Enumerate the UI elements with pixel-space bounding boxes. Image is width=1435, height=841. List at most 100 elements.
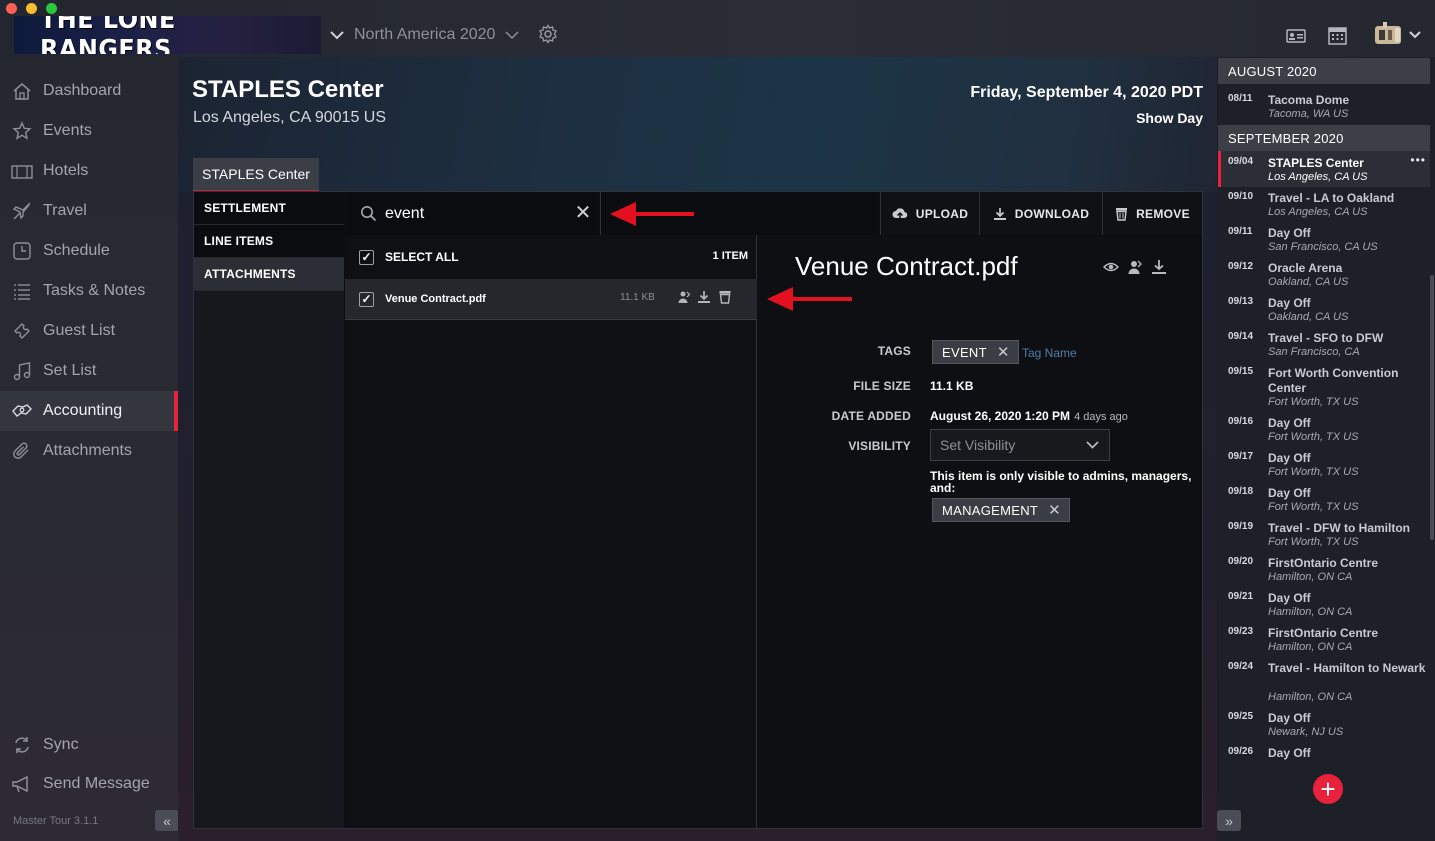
file-size-value: 11.1 KB (930, 379, 974, 393)
month-header: SEPTEMBER 2020 (1218, 125, 1430, 151)
add-event-button[interactable]: + (1313, 774, 1343, 804)
plane-icon (11, 200, 33, 222)
schedule-item[interactable]: 09/10 Travel - LA to Oakland Los Angeles… (1218, 186, 1430, 221)
visibility-note: This item is only visible to admins, man… (930, 469, 1192, 495)
sidebar-item-attachments[interactable]: Attachments (0, 431, 178, 471)
schedule-item[interactable]: 09/20 FirstOntario Centre Hamilton, ON C… (1218, 551, 1430, 586)
subnav-line-items[interactable]: LINE ITEMS (194, 225, 344, 258)
user-menu[interactable] (1373, 20, 1425, 50)
sidebar-item-tasks-notes[interactable]: Tasks & Notes (0, 271, 178, 311)
schedule-date: 09/23 (1228, 626, 1254, 637)
schedule-title: Day Off (1268, 296, 1311, 310)
schedule-title: Day Off (1268, 226, 1311, 240)
sidebar-item-schedule[interactable]: Schedule (0, 231, 178, 271)
schedule-item[interactable]: 09/16 Day Off Fort Worth, TX US (1218, 411, 1430, 446)
music-note-icon (11, 360, 33, 382)
download-button[interactable]: DOWNLOAD (979, 192, 1102, 235)
schedule-item[interactable]: 09/23 FirstOntario Centre Hamilton, ON C… (1218, 621, 1430, 656)
subnav-settlement[interactable]: SETTLEMENT (194, 192, 344, 225)
schedule-item[interactable]: 09/21 Day Off Hamilton, ON CA (1218, 586, 1430, 621)
tag-chip: EVENT ✕ (932, 340, 1019, 364)
schedule-title: Day Off (1268, 746, 1311, 760)
double-chevron-left-icon: « (163, 812, 171, 829)
share-user-icon[interactable] (1127, 259, 1143, 275)
more-options-icon[interactable]: ••• (1410, 153, 1426, 167)
remove-button[interactable]: REMOVE (1102, 192, 1202, 235)
schedule-date: 09/24 (1228, 661, 1254, 672)
schedule-location: Hamilton, ON CA (1268, 606, 1353, 618)
schedule-item[interactable]: 09/14 Travel - SFO to DFW San Francisco,… (1218, 326, 1430, 361)
minimize-window-button[interactable] (26, 3, 37, 14)
schedule-date: 09/16 (1228, 416, 1254, 427)
schedule-item[interactable]: 09/24 Travel - Hamilton to Newark Hamilt… (1218, 656, 1430, 706)
download-icon[interactable] (697, 290, 711, 304)
search-box (345, 192, 599, 235)
schedule-item[interactable]: 09/15 Fort Worth Convention Center Fort … (1218, 361, 1430, 411)
schedule-date: 09/19 (1228, 521, 1254, 532)
upload-button[interactable]: UPLOAD (880, 192, 979, 235)
close-window-button[interactable] (6, 3, 17, 14)
sidebar-item-hotels[interactable]: Hotels (0, 151, 178, 191)
contact-card-icon[interactable] (1286, 28, 1306, 44)
tag-name-input[interactable]: Tag Name (1022, 346, 1077, 360)
band-logo[interactable]: THE LONE RANGERS (14, 16, 321, 54)
calendar-icon[interactable] (1328, 25, 1347, 45)
schedule-title: STAPLES Center (1268, 156, 1364, 170)
schedule-location: San Francisco, CA (1268, 346, 1360, 358)
cloud-upload-icon (892, 207, 908, 219)
schedule-item[interactable]: 09/26 Day Off (1218, 741, 1430, 763)
schedule-date: 09/20 (1228, 556, 1254, 567)
tour-selector[interactable]: North America 2020 (330, 24, 519, 46)
sidebar-item-travel[interactable]: Travel (0, 191, 178, 231)
schedule-item[interactable]: 09/17 Day Off Fort Worth, TX US (1218, 446, 1430, 481)
select-all-label: SELECT ALL (385, 250, 459, 264)
schedule-item[interactable]: 09/13 Day Off Oakland, CA US (1218, 291, 1430, 326)
sidebar-item-accounting[interactable]: Accounting (0, 391, 178, 431)
schedule-location: Fort Worth, TX US (1268, 466, 1359, 478)
schedule-item[interactable]: 09/12 Oracle Arena Oakland, CA US (1218, 256, 1430, 291)
ticket-icon (11, 320, 33, 342)
sidebar-item-guest-list[interactable]: Guest List (0, 311, 178, 351)
sidebar-item-set-list[interactable]: Set List (0, 351, 178, 391)
plus-icon: + (1320, 774, 1336, 804)
close-icon[interactable]: ✕ (574, 203, 592, 223)
subnav-attachments[interactable]: ATTACHMENTS (194, 258, 344, 291)
tags-label: TAGS (877, 344, 911, 358)
close-icon[interactable]: ✕ (997, 343, 1010, 361)
eye-icon[interactable] (1103, 259, 1119, 275)
schedule-location: Los Angeles, CA US (1268, 206, 1368, 218)
schedule-location: Hamilton, ON CA (1268, 571, 1353, 583)
tab-venue[interactable]: STAPLES Center (193, 158, 319, 192)
schedule-item[interactable]: 09/18 Day Off Fort Worth, TX US (1218, 481, 1430, 516)
sidebar-item-label: Schedule (43, 242, 110, 259)
schedule-item[interactable]: 08/11 Tacoma Dome Tacoma, WA US (1218, 88, 1430, 123)
sidebar-item-label: Travel (43, 202, 87, 219)
schedule-item[interactable]: 09/19 Travel - DFW to Hamilton Fort Wort… (1218, 516, 1430, 551)
file-checkbox[interactable]: ✓ (359, 291, 374, 307)
search-input[interactable] (385, 201, 555, 226)
visibility-select[interactable]: Set Visibility (930, 429, 1110, 461)
close-icon[interactable]: ✕ (1048, 501, 1061, 519)
schedule-title: Travel - Hamilton to Newark (1268, 661, 1426, 675)
send-message-button[interactable]: Send Message (0, 764, 178, 804)
select-all-checkbox[interactable]: ✓ (359, 249, 374, 265)
file-list (345, 235, 757, 828)
collapse-schedule-button[interactable]: » (1217, 810, 1241, 831)
zoom-window-button[interactable] (46, 3, 57, 14)
collapse-sidebar-button[interactable]: « (155, 810, 179, 831)
download-icon[interactable] (1151, 259, 1167, 275)
sidebar-item-events[interactable]: Events (0, 111, 178, 151)
gear-icon[interactable] (538, 24, 558, 44)
schedule-scrollbar[interactable] (1430, 275, 1434, 540)
sync-button[interactable]: Sync (0, 725, 178, 765)
trash-icon[interactable] (718, 290, 732, 304)
list-item[interactable]: ✓ Venue Contract.pdf (345, 279, 757, 320)
schedule-item[interactable]: 09/04 STAPLES Center Los Angeles, CA US … (1218, 151, 1430, 187)
schedule-item[interactable]: 09/11 Day Off San Francisco, CA US (1218, 221, 1430, 256)
sidebar-item-dashboard[interactable]: Dashboard (0, 71, 178, 111)
schedule-item[interactable]: 09/25 Day Off Newark, NJ US (1218, 706, 1430, 741)
share-user-icon[interactable] (677, 290, 691, 304)
schedule-title: Travel - DFW to Hamilton (1268, 521, 1411, 535)
schedule-date: 09/13 (1228, 296, 1254, 307)
schedule-location: Fort Worth, TX US (1268, 501, 1359, 513)
